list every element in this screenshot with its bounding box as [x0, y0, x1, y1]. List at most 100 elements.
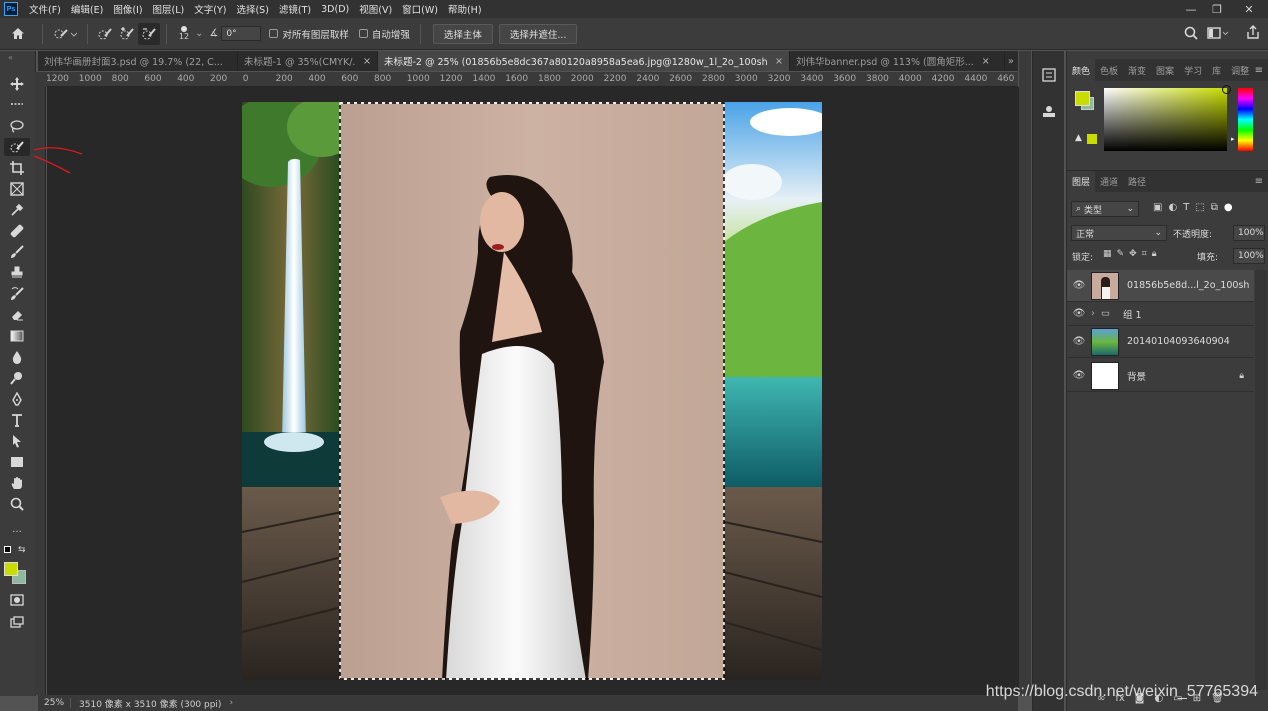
layer-row[interactable]: 👁︎ 01856b5e8d...l_2o_100sh — [1067, 270, 1254, 302]
hand-tool-icon[interactable] — [4, 474, 30, 492]
gradient-tool-icon[interactable] — [4, 327, 30, 345]
tab-document-2[interactable]: 未标题-1 @ 35%(CMYK/... × — [238, 51, 378, 71]
menu-select[interactable]: 选择(S) — [231, 2, 273, 16]
share-icon[interactable] — [1246, 25, 1260, 43]
move-tool-icon[interactable] — [4, 75, 30, 93]
document-canvas[interactable] — [242, 102, 822, 680]
tab-adjustments[interactable]: 调整 — [1226, 64, 1254, 77]
swap-colors-icon[interactable]: ⇆ — [18, 545, 26, 555]
color-panel-fg-swatch[interactable] — [1075, 91, 1090, 106]
tab-paths[interactable]: 路径 — [1123, 175, 1151, 188]
lasso-tool-icon[interactable] — [4, 117, 30, 135]
panel-menu-icon[interactable]: ≡ — [1255, 176, 1263, 187]
select-subject-button[interactable]: 选择主体 — [432, 23, 493, 44]
path-selection-tool-icon[interactable] — [4, 432, 30, 450]
tab-gradients[interactable]: 渐变 — [1123, 64, 1151, 77]
eye-icon[interactable]: 👁︎ — [1067, 308, 1091, 319]
properties-icon[interactable] — [1039, 65, 1059, 85]
layer-row[interactable]: 👁︎ 背景 🔒︎ — [1067, 360, 1254, 392]
select-and-mask-button[interactable]: 选择并遮住... — [498, 23, 578, 44]
close-tab-icon[interactable]: × — [982, 56, 990, 67]
tab-channels[interactable]: 通道 — [1095, 175, 1123, 188]
rectangle-tool-icon[interactable] — [4, 453, 30, 471]
tab-layers[interactable]: 图层 — [1067, 170, 1096, 193]
shape-filter-icon[interactable]: ⬚ — [1195, 202, 1204, 213]
frame-tool-icon[interactable] — [4, 180, 30, 198]
quick-mask-icon[interactable] — [4, 591, 30, 609]
dodge-tool-icon[interactable] — [4, 369, 30, 387]
fill-input[interactable]: 100% — [1233, 248, 1265, 264]
quick-selection-tool-icon[interactable] — [4, 138, 30, 156]
more-tabs-icon[interactable]: » — [1005, 51, 1018, 71]
layer-filter-select[interactable]: ⌕ 类型 ⌄ — [1071, 201, 1139, 217]
home-icon[interactable] — [0, 23, 36, 45]
menu-edit[interactable]: 编辑(E) — [66, 2, 108, 16]
menu-file[interactable]: 文件(F) — [24, 2, 66, 16]
collapse-icon[interactable]: « — [8, 53, 13, 62]
menu-layer[interactable]: 图层(L) — [148, 2, 190, 16]
menu-window[interactable]: 窗口(W) — [397, 2, 443, 16]
history-brush-tool-icon[interactable] — [4, 285, 30, 303]
screen-mode-icon[interactable] — [4, 613, 30, 631]
libraries-icon[interactable] — [1039, 101, 1059, 121]
chevron-down-icon[interactable]: ⌄ — [195, 28, 203, 39]
sample-all-layers-checkbox[interactable]: 对所有图层取样 — [269, 27, 349, 41]
healing-brush-tool-icon[interactable] — [4, 222, 30, 240]
marquee-tool-icon[interactable] — [4, 96, 30, 114]
brush-tool-icon[interactable] — [4, 243, 30, 261]
pen-tool-icon[interactable] — [4, 390, 30, 408]
tab-color[interactable]: 颜色 — [1067, 59, 1096, 81]
lock-artboard-icon[interactable]: ⌗ — [1142, 249, 1147, 259]
filter-toggle-icon[interactable]: ● — [1224, 202, 1233, 213]
hue-slider[interactable] — [1238, 88, 1253, 151]
type-filter-icon[interactable]: T — [1183, 202, 1189, 213]
minimize-icon[interactable]: — — [1178, 0, 1204, 18]
tab-document-3[interactable]: 未标题-2 @ 25% (01856b5e8dc367a80120a8958a5… — [378, 51, 790, 71]
layer-group-row[interactable]: 👁︎ › ▭ 组 1 — [1067, 302, 1254, 326]
adjustment-filter-icon[interactable]: ◐ — [1168, 202, 1177, 213]
menu-image[interactable]: 图像(I) — [108, 2, 147, 16]
quick-selection-preset-icon[interactable] — [49, 23, 81, 45]
type-tool-icon[interactable] — [4, 411, 30, 429]
close-tab-icon[interactable]: × — [775, 56, 783, 67]
tab-learn[interactable]: 学习 — [1179, 64, 1207, 77]
eye-icon[interactable]: 👁︎ — [1067, 370, 1091, 381]
zoom-level[interactable]: 25% — [38, 698, 72, 708]
lock-pixels-icon[interactable]: ✎ — [1117, 249, 1125, 259]
more-tools-icon[interactable]: ··· — [4, 523, 30, 541]
restore-icon[interactable]: ❐ — [1204, 0, 1230, 18]
menu-3d[interactable]: 3D(D) — [316, 4, 354, 15]
subtract-from-selection-icon[interactable] — [138, 22, 160, 45]
lock-transparent-icon[interactable]: ▦ — [1103, 249, 1112, 259]
zoom-tool-icon[interactable] — [4, 495, 30, 513]
eraser-tool-icon[interactable] — [4, 306, 30, 324]
new-selection-icon[interactable] — [94, 23, 116, 45]
angle-input[interactable]: 0° — [221, 26, 262, 41]
chevron-right-icon[interactable]: › — [229, 698, 233, 708]
eye-icon[interactable]: 👁︎ — [1067, 280, 1091, 291]
tab-libraries[interactable]: 库 — [1207, 64, 1226, 77]
tab-swatches[interactable]: 色板 — [1095, 64, 1123, 77]
gamut-swatch[interactable] — [1087, 134, 1097, 144]
menu-help[interactable]: 帮助(H) — [443, 2, 487, 16]
smart-object-filter-icon[interactable]: ⧉ — [1211, 202, 1218, 213]
foreground-color-swatch[interactable] — [4, 562, 18, 576]
close-tab-icon[interactable]: × — [363, 56, 371, 67]
layer-row[interactable]: 👁︎ 20140104093640904 — [1067, 326, 1254, 358]
auto-enhance-checkbox[interactable]: 自动增强 — [358, 27, 410, 41]
image-filter-icon[interactable]: ▣ — [1153, 202, 1162, 213]
blur-tool-icon[interactable] — [4, 348, 30, 366]
close-icon[interactable]: ✕ — [1236, 0, 1262, 18]
vertical-scrollbar[interactable] — [1019, 51, 1031, 696]
search-icon[interactable] — [1184, 26, 1198, 43]
menu-filter[interactable]: 滤镜(T) — [274, 2, 316, 16]
panel-menu-icon[interactable]: ≡ — [1255, 65, 1263, 76]
menu-type[interactable]: 文字(Y) — [189, 2, 231, 16]
default-colors-icon[interactable] — [4, 546, 11, 553]
opacity-input[interactable]: 100% — [1233, 225, 1265, 241]
chevron-right-icon[interactable]: › — [1091, 308, 1101, 319]
tab-document-4[interactable]: 刘伟华banner.psd @ 113% (圆角矩形... × — [790, 51, 1005, 71]
add-to-selection-icon[interactable] — [116, 23, 138, 45]
layers-scrollbar[interactable] — [1255, 270, 1267, 690]
ruler-origin[interactable] — [34, 72, 47, 87]
